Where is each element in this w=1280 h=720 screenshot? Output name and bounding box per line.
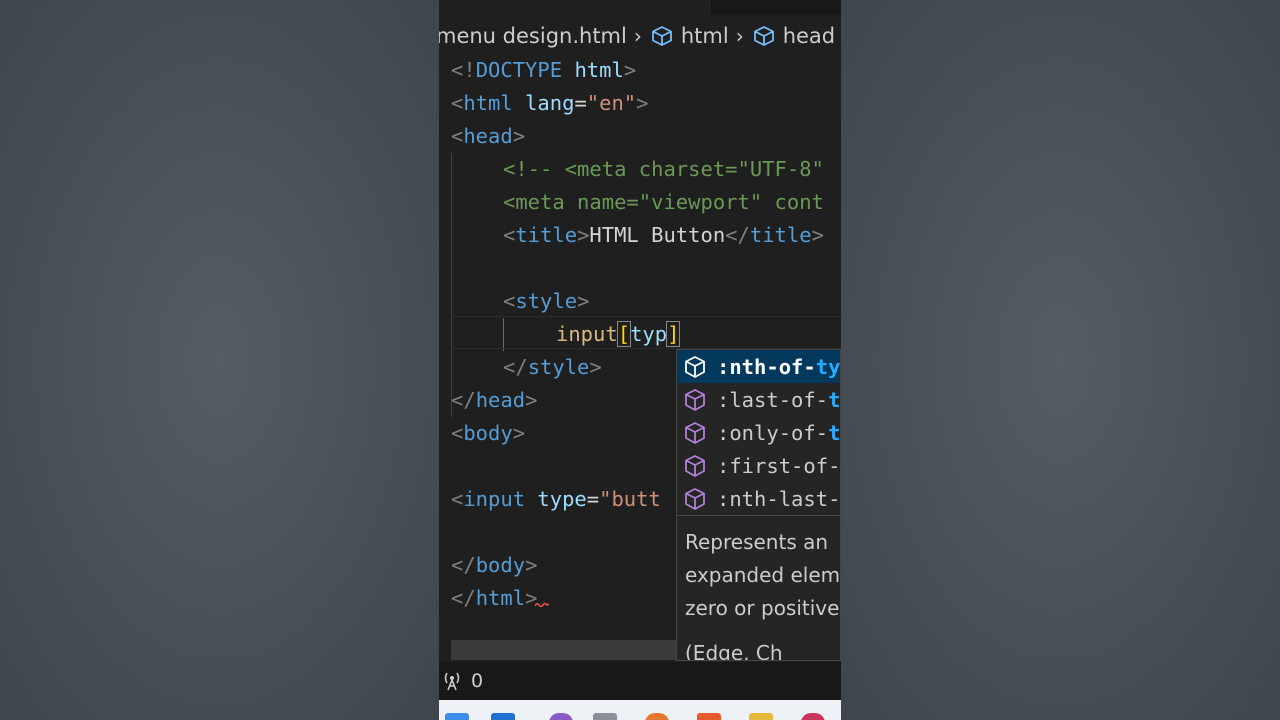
breadcrumb-item-label: html (680, 24, 729, 48)
horizontal-scrollbar[interactable] (451, 640, 677, 660)
suggestion-label: :only-of- (717, 420, 829, 445)
error-squiggle (535, 602, 549, 608)
taskbar (439, 700, 841, 720)
suggestion-label: :nth-last- (717, 486, 841, 511)
chevron-right-icon: › (735, 24, 744, 48)
cube-icon (685, 355, 705, 378)
cube-icon (685, 421, 705, 444)
app-icon[interactable] (593, 713, 617, 720)
indent-guide (451, 153, 452, 417)
breadcrumb-item-html[interactable]: html (649, 24, 729, 48)
code-line-9: input[typ] (556, 321, 681, 347)
cube-icon (685, 388, 705, 411)
suggestion-widget: :nth-of-ty :last-of-t :only-of-t :first-… (676, 349, 841, 661)
suggestion-label: :last-of- (717, 387, 829, 412)
breadcrumb: menu design.html › html › head › (439, 18, 838, 54)
editor-tab[interactable] (709, 0, 841, 14)
folder-icon[interactable] (749, 713, 773, 720)
background-right (841, 0, 1280, 720)
chevron-right-icon: › (633, 24, 642, 48)
code-line-3: <head> (451, 124, 526, 148)
suggestion-label: :first-of- (717, 453, 841, 478)
suggestion-label: :nth-of- (717, 354, 816, 379)
cube-icon (651, 26, 672, 46)
app-icon[interactable] (491, 713, 515, 720)
breadcrumb-file[interactable]: menu design.html (439, 24, 627, 48)
suggestion-doc-line: zero or positive (685, 596, 840, 620)
code-line-17: </html> (451, 586, 538, 610)
suggestion-label-highlight: ty (815, 354, 841, 379)
ports-count[interactable]: 0 (471, 670, 483, 692)
suggestion-label-highlight: t (828, 387, 841, 412)
suggestion-item[interactable]: :first-of- (677, 449, 840, 482)
cube-icon (753, 26, 774, 46)
background-left (0, 0, 439, 720)
tab-strip (439, 0, 841, 16)
cube-icon (685, 454, 705, 477)
suggestion-doc-line: Represents an (685, 530, 829, 554)
explorer-icon[interactable] (445, 713, 469, 720)
breadcrumb-item-label: head (782, 24, 836, 48)
code-line-16: </body> (451, 553, 538, 577)
code-line-12: <body> (451, 421, 526, 445)
suggestion-details: Represents an expanded elem zero or posi… (677, 515, 841, 661)
suggestion-item[interactable]: :last-of-t (677, 383, 840, 416)
app-icon[interactable] (697, 713, 721, 720)
code-line-14: <input type="butt (451, 487, 661, 511)
code-line-2: <html lang="en"> (451, 91, 649, 115)
breadcrumb-file-label: menu design.html (439, 24, 627, 48)
suggestion-label-highlight: t (828, 420, 841, 445)
breadcrumb-item-head[interactable]: head (751, 24, 835, 48)
browser-icon[interactable] (645, 713, 669, 720)
code-line-6: <title>HTML Button</title> (503, 223, 824, 247)
vscode-window: menu design.html › html › head › <!DOCTY… (439, 0, 841, 720)
suggestion-doc-line: (Edge, Ch (685, 641, 783, 661)
app-icon[interactable] (549, 713, 573, 720)
broadcast-icon[interactable] (441, 670, 463, 692)
code-line-11: </head> (451, 388, 538, 412)
status-bar: 0 (439, 662, 841, 700)
app-icon[interactable] (801, 713, 825, 720)
code-line-8: <style> (503, 289, 590, 313)
code-line-10: </style> (503, 355, 602, 379)
suggestion-item[interactable]: :only-of-t (677, 416, 840, 449)
suggestion-doc-line: expanded elem (685, 563, 841, 587)
suggestion-item[interactable]: :nth-of-ty (677, 350, 840, 383)
code-line-4: <!-- <meta charset="UTF-8" (503, 157, 824, 181)
code-line-1: <!DOCTYPE html> (451, 58, 637, 82)
cube-icon (685, 487, 705, 510)
suggestion-item[interactable]: :nth-last- (677, 482, 840, 515)
code-line-5: <meta name="viewport" cont (503, 190, 824, 214)
